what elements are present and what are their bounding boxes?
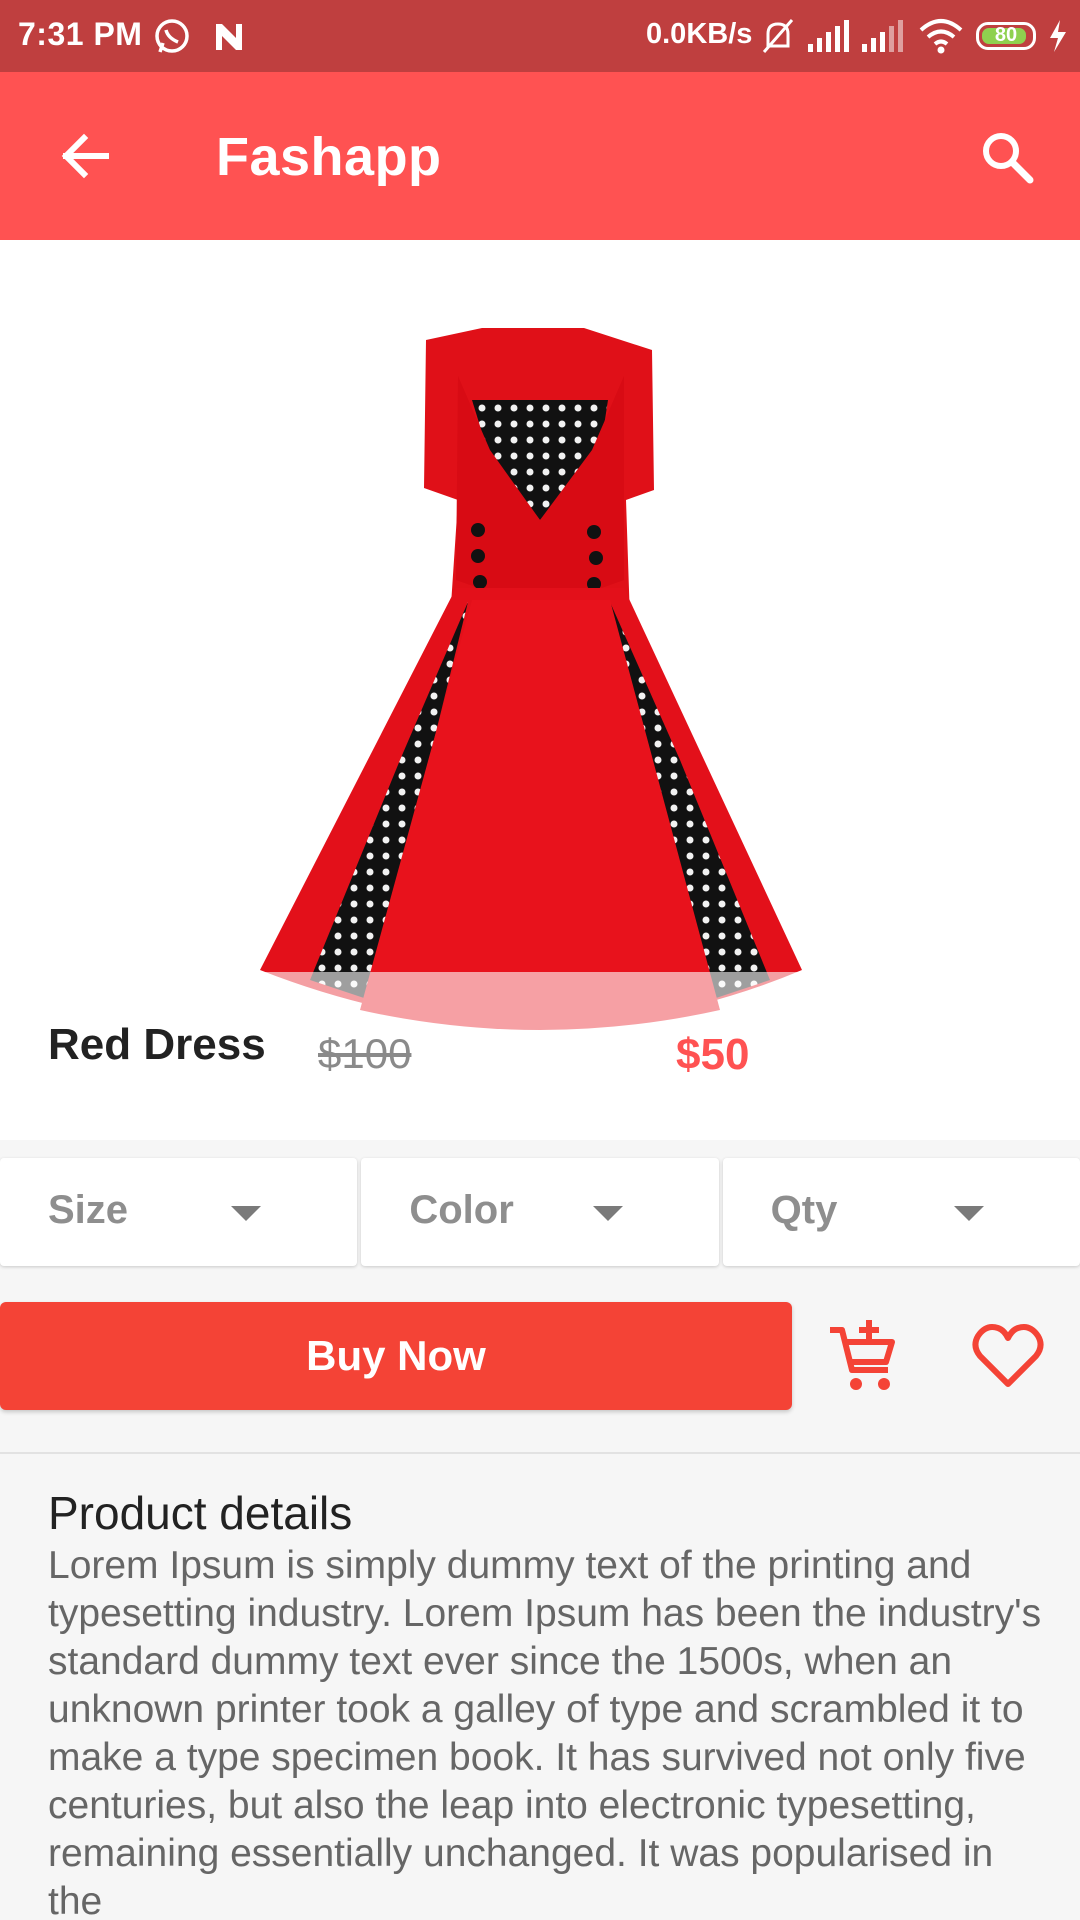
- search-icon[interactable]: [978, 128, 1036, 186]
- arrow-back-icon[interactable]: [56, 126, 116, 186]
- charging-icon: [1050, 20, 1066, 52]
- sale-price: $50: [676, 1030, 750, 1079]
- battery-icon: 80: [976, 22, 1036, 50]
- option-selectors: Size Color Qty: [0, 1158, 1080, 1266]
- qty-dropdown[interactable]: Qty: [722, 1158, 1080, 1266]
- signal-icon: [808, 20, 849, 52]
- status-time: 7:31 PM: [18, 16, 143, 52]
- size-dropdown[interactable]: Size: [0, 1158, 358, 1266]
- heart-icon[interactable]: [970, 1320, 1046, 1392]
- qty-label: Qty: [770, 1188, 838, 1232]
- app-bar: Fashapp: [0, 72, 1080, 240]
- dropdown-arrow-icon: [592, 1206, 623, 1221]
- wifi-icon: [919, 19, 963, 54]
- divider: [0, 1452, 1080, 1454]
- network-speed: 0.0KB/s: [646, 18, 753, 50]
- signal-icon: [862, 20, 903, 52]
- bell-off-icon: [762, 19, 794, 53]
- details-heading: Product details: [48, 1487, 353, 1539]
- battery-level: 80: [994, 24, 1018, 46]
- dropdown-arrow-icon: [231, 1206, 262, 1221]
- status-bar: 7:31 PM 0.0KB/s 80: [0, 0, 1080, 72]
- details-description: Lorem Ipsum is simply dummy text of the …: [48, 1544, 1042, 1920]
- original-price: $100: [318, 1030, 412, 1077]
- app-title: Fashapp: [216, 127, 442, 187]
- product-image: [260, 328, 802, 1030]
- whatsapp-icon: [155, 19, 189, 53]
- notification-n-icon: [216, 24, 242, 50]
- color-label: Color: [409, 1188, 514, 1232]
- size-label: Size: [48, 1188, 129, 1232]
- product-name: Red Dress: [48, 1020, 266, 1069]
- buy-now-button[interactable]: Buy Now: [0, 1302, 792, 1410]
- dropdown-arrow-icon: [953, 1206, 984, 1221]
- color-dropdown[interactable]: Color: [361, 1158, 719, 1266]
- add-to-cart-icon[interactable]: [826, 1318, 902, 1394]
